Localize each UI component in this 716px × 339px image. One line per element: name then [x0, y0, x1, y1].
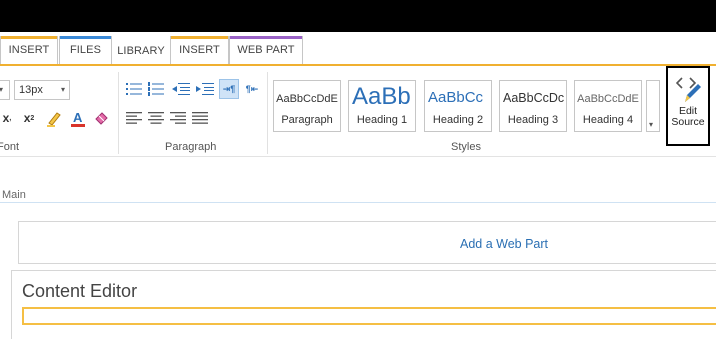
font-size-value: 13px	[19, 84, 43, 96]
font-color-icon[interactable]: A	[68, 108, 88, 128]
edit-source-icon	[675, 74, 702, 104]
top-bar	[0, 0, 716, 32]
style-name: Heading 1	[356, 114, 408, 126]
content-editor-edit-area[interactable]	[22, 307, 716, 325]
font-group-label: Font	[0, 141, 20, 153]
superscript-icon[interactable]: x2	[20, 108, 38, 128]
ribbon: ▾ 13px ▾ x, x2 A Font ⇥¶ ¶⇤ Paragraph Aa…	[0, 66, 716, 157]
justify-icon[interactable]	[191, 109, 209, 127]
style-name: Paragraph	[281, 114, 333, 126]
style-sample: AaBbCcDc	[503, 91, 565, 105]
web-part-zone: Add a Web Part	[18, 221, 716, 264]
font-size-dropdown[interactable]: 13px ▾	[14, 80, 70, 100]
style-sample: AaBb	[352, 83, 411, 110]
align-center-icon[interactable]	[147, 109, 165, 127]
web-part-zone-label: Main	[2, 189, 26, 201]
style-sample: AaBbCc	[428, 89, 484, 106]
style-name: Heading 3	[507, 114, 559, 126]
content-editor-title: Content Editor	[22, 281, 138, 301]
ltr-icon[interactable]: ⇥¶	[219, 79, 239, 99]
tab-files-label: FILES	[69, 44, 102, 56]
chevron-down-icon: ▾	[0, 85, 4, 94]
tab-insert-label: INSERT	[8, 44, 50, 56]
numbering-icon[interactable]	[147, 80, 165, 98]
add-web-part-link[interactable]: Add a Web Part	[460, 237, 548, 251]
styles-more-button[interactable]: ▾	[646, 80, 660, 132]
rtl-icon[interactable]: ¶⇤	[242, 79, 262, 99]
style-heading-1[interactable]: AaBb Heading 1	[348, 80, 416, 132]
zone-divider	[0, 202, 716, 203]
tab-library-label: LIBRARY	[117, 45, 165, 57]
edit-source-label-line2: Source	[671, 116, 705, 128]
edit-source-button[interactable]: Edit Source	[666, 66, 710, 146]
tab-web-part[interactable]: WEB PART	[229, 36, 303, 65]
clear-format-icon[interactable]	[92, 108, 112, 128]
tab-web-part-label: WEB PART	[237, 44, 295, 56]
bullets-icon[interactable]	[125, 80, 143, 98]
decrease-indent-icon[interactable]	[171, 80, 191, 98]
style-heading-2[interactable]: AaBbCc Heading 2	[424, 80, 492, 132]
tab-insert[interactable]: INSERT	[0, 36, 58, 65]
group-divider	[118, 72, 119, 154]
content-editor-web-part: Content Editor	[11, 270, 716, 339]
tab-library[interactable]: LIBRARY	[112, 38, 170, 65]
style-paragraph[interactable]: AaBbCcDdE Paragraph	[273, 80, 341, 132]
ribbon-tab-row: INSERT FILES LIBRARY INSERT WEB PART	[0, 32, 716, 65]
highlight-icon[interactable]	[44, 108, 64, 128]
style-sample: AaBbCcDdE	[276, 93, 338, 105]
paragraph-group-label: Paragraph	[165, 141, 217, 153]
tab-color-bar	[60, 36, 111, 39]
style-heading-4[interactable]: AaBbCcDdE Heading 4	[574, 80, 642, 132]
edit-source-label: Edit Source	[668, 106, 708, 128]
subscript-icon[interactable]: x,	[0, 108, 14, 128]
group-divider	[267, 72, 268, 154]
svg-text:A: A	[73, 110, 83, 125]
tab-color-bar	[1, 36, 57, 39]
tab-insert-2[interactable]: INSERT	[170, 36, 229, 65]
tab-files[interactable]: FILES	[59, 36, 112, 65]
align-right-icon[interactable]	[169, 109, 187, 127]
styles-group-label: Styles	[451, 141, 481, 153]
align-left-icon[interactable]	[125, 109, 143, 127]
tab-insert-2-label: INSERT	[179, 44, 220, 56]
tab-color-bar	[171, 36, 228, 39]
style-heading-3[interactable]: AaBbCcDc Heading 3	[499, 80, 567, 132]
chevron-down-icon: ▾	[60, 85, 65, 94]
style-name: Heading 4	[582, 114, 634, 126]
chevron-down-icon: ▾	[649, 120, 654, 129]
tab-color-bar	[230, 36, 302, 39]
ribbon-bottom-border	[0, 156, 716, 157]
style-sample: AaBbCcDdE	[577, 93, 639, 105]
font-family-dropdown[interactable]: ▾	[0, 80, 10, 100]
increase-indent-icon[interactable]	[195, 80, 215, 98]
style-name: Heading 2	[432, 114, 484, 126]
